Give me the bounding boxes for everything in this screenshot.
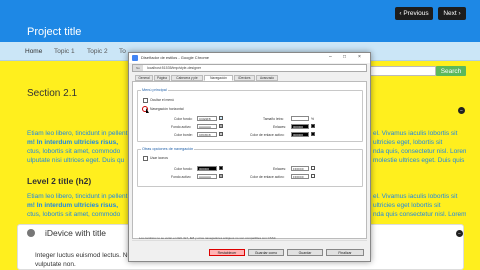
horizontal-label: Navegación horizontal bbox=[150, 107, 184, 111]
next-button[interactable]: Next › bbox=[438, 7, 466, 20]
btn-fondo-activo-input[interactable]: AAAAAA bbox=[197, 174, 217, 179]
color-swatch[interactable] bbox=[219, 116, 223, 120]
idevice-text-line: vulputate non. bbox=[35, 261, 76, 268]
save-button[interactable]: Guardar bbox=[287, 249, 323, 256]
font-size-input[interactable] bbox=[291, 116, 309, 121]
collapse-icon[interactable]: − bbox=[458, 107, 465, 114]
previous-button[interactable]: ‹ Previous bbox=[395, 7, 433, 20]
buttons-legend: Otras opciones de navegación bbox=[141, 147, 195, 151]
minimize-icon[interactable]: – bbox=[329, 54, 332, 60]
style-designer-dialog: Diseñador de estilos - Google Chrome – □… bbox=[128, 52, 371, 262]
color-swatch[interactable] bbox=[311, 124, 315, 128]
field-label: Tamaño letra: bbox=[263, 117, 284, 121]
paragraph2-left: Etiam leo libero, tincidunt in pellent m… bbox=[27, 193, 128, 218]
field-label: Fondo activo: bbox=[171, 125, 192, 129]
save-as-button[interactable]: Guardar como bbox=[248, 249, 284, 256]
mouse-cursor-icon bbox=[146, 108, 149, 113]
footer-divider bbox=[132, 240, 367, 241]
color-swatch[interactable] bbox=[219, 166, 223, 170]
nav-tab-topic-3[interactable]: To bbox=[119, 48, 126, 55]
dialog-title: Diseñador de estilos - Google Chrome bbox=[141, 55, 210, 60]
paragraph2-right: el. Vivamus iaculis lobortis sit ultrici… bbox=[373, 193, 466, 218]
section-title: Section 2.1 bbox=[27, 88, 78, 99]
use-icons-label: Usar iconos bbox=[150, 156, 168, 160]
fondo-activo-input[interactable]: AAAAAA bbox=[197, 124, 217, 129]
dialog-titlebar: Diseñador de estilos - Google Chrome – □… bbox=[129, 53, 370, 63]
hide-menu-label: Ocultar el menú bbox=[150, 98, 174, 102]
field-label: Color fondo: bbox=[174, 167, 193, 171]
idevice-title: iDevice with title bbox=[45, 228, 106, 238]
paragraph-left: Etiam leo libero, tincidunt in pellent m… bbox=[27, 130, 128, 164]
idevice-text-line: Integer luctus euismod lectus. Nulla bbox=[35, 252, 138, 259]
buttons-fieldset bbox=[137, 149, 363, 187]
color-swatch[interactable] bbox=[311, 132, 315, 136]
nav-tab-home[interactable]: Home bbox=[25, 48, 42, 55]
color-swatch[interactable] bbox=[219, 132, 223, 136]
chrome-icon bbox=[132, 55, 138, 61]
color-swatch[interactable] bbox=[219, 124, 223, 128]
level2-heading: Level 2 title (h2) bbox=[27, 176, 92, 186]
field-label: Color borde: bbox=[174, 133, 193, 137]
idevice-collapse-icon[interactable]: − bbox=[456, 230, 463, 237]
page-title: Project title bbox=[27, 26, 82, 38]
btn-enlace-activo-input[interactable]: FFFFFF bbox=[291, 174, 309, 179]
enlace-activo-input[interactable]: 000000 bbox=[291, 132, 309, 137]
field-label: Color de enlace activo: bbox=[250, 175, 285, 179]
color-swatch[interactable] bbox=[219, 174, 223, 178]
nav-tab-topic-2[interactable]: Topic 2 bbox=[87, 48, 108, 55]
hide-menu-checkbox[interactable] bbox=[143, 98, 148, 103]
use-icons-checkbox[interactable] bbox=[143, 156, 148, 161]
paragraph-right: el. Vivamus iaculis lobortis sit ultrici… bbox=[373, 130, 466, 164]
color-fondo-input[interactable]: CCE9F8 bbox=[197, 116, 217, 121]
color-borde-input[interactable]: C8C8C8 bbox=[197, 132, 217, 137]
percent-label: % bbox=[311, 117, 315, 121]
enlaces-input[interactable]: 000000 bbox=[291, 124, 309, 129]
field-label: Enlaces: bbox=[273, 125, 287, 129]
search-button[interactable]: Search bbox=[436, 66, 466, 76]
finish-button[interactable]: Finalizar bbox=[326, 249, 364, 256]
close-icon[interactable]: × bbox=[358, 54, 361, 60]
info-icon bbox=[27, 229, 35, 237]
color-swatch[interactable] bbox=[311, 166, 315, 170]
color-swatch[interactable] bbox=[311, 174, 315, 178]
security-badge: No bbox=[133, 65, 143, 71]
address-bar[interactable]: localhost:51535/tmp/style-designer bbox=[132, 64, 367, 72]
field-label: Color de enlace activo: bbox=[250, 133, 285, 137]
btn-enlaces-input[interactable]: FFFFFF bbox=[291, 166, 309, 171]
field-label: Fondo activo: bbox=[171, 175, 192, 179]
btn-color-fondo-input[interactable]: 000000 bbox=[197, 166, 217, 171]
maximize-icon[interactable]: □ bbox=[343, 54, 346, 60]
field-label: Enlaces: bbox=[273, 167, 287, 171]
nav-tab-topic-1[interactable]: Topic 1 bbox=[54, 48, 75, 55]
search-input[interactable] bbox=[370, 66, 436, 76]
menu-legend: Menú principal bbox=[141, 88, 168, 92]
reset-button[interactable]: Restablecer bbox=[209, 249, 245, 256]
field-label: Color fondo: bbox=[174, 117, 193, 121]
